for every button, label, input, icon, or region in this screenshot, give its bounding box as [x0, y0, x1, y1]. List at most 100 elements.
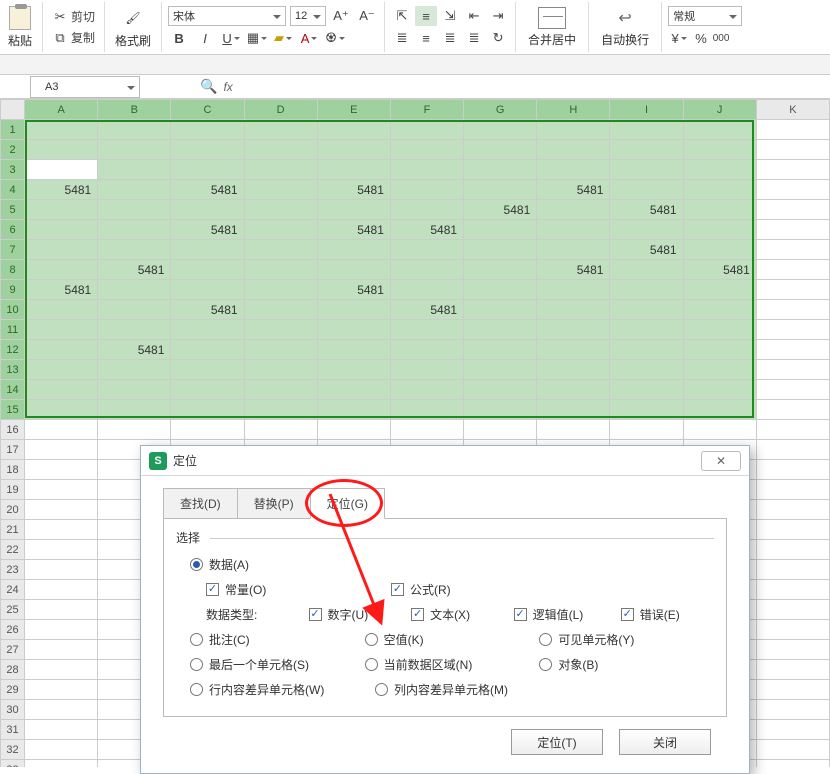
cell-E5[interactable] — [317, 200, 390, 220]
lookup-icon[interactable]: 🔍 — [200, 78, 217, 95]
chk-error[interactable] — [621, 608, 634, 621]
cell-A6[interactable] — [25, 220, 98, 240]
cell-E10[interactable] — [317, 300, 390, 320]
cell-H3[interactable] — [537, 160, 610, 180]
font-size-combo[interactable]: 12 — [290, 6, 326, 26]
cell-A13[interactable] — [25, 360, 98, 380]
cell-J11[interactable] — [683, 320, 756, 340]
cell-A7[interactable] — [25, 240, 98, 260]
cell-H9[interactable] — [537, 280, 610, 300]
col-header-E[interactable]: E — [317, 100, 390, 120]
cell-K23[interactable] — [756, 560, 829, 580]
cell-J1[interactable] — [683, 120, 756, 140]
cell-D13[interactable] — [244, 360, 317, 380]
cell-I15[interactable] — [610, 400, 683, 420]
increase-font-button[interactable]: A⁺ — [330, 6, 352, 26]
cell-B9[interactable] — [98, 280, 171, 300]
cell-F5[interactable] — [390, 200, 463, 220]
cell-H12[interactable] — [537, 340, 610, 360]
cell-F8[interactable] — [390, 260, 463, 280]
cell-G14[interactable] — [464, 380, 537, 400]
close-button[interactable]: 关闭 — [619, 729, 711, 755]
cell-C5[interactable] — [171, 200, 244, 220]
cell-J4[interactable] — [683, 180, 756, 200]
cell-D7[interactable] — [244, 240, 317, 260]
cell-B1[interactable] — [98, 120, 171, 140]
row-header-5[interactable]: 5 — [1, 200, 25, 220]
row-header-19[interactable]: 19 — [1, 480, 25, 500]
cell-H8[interactable]: 5481 — [537, 260, 610, 280]
bold-button[interactable]: B — [168, 28, 190, 48]
cell-H10[interactable] — [537, 300, 610, 320]
cell-C12[interactable] — [171, 340, 244, 360]
row-header-3[interactable]: 3 — [1, 160, 25, 180]
cell-K31[interactable] — [756, 720, 829, 740]
select-all-corner[interactable] — [1, 100, 25, 120]
cell-G4[interactable] — [464, 180, 537, 200]
cell-C9[interactable] — [171, 280, 244, 300]
percent-button[interactable]: % — [692, 28, 710, 48]
cell-K5[interactable] — [756, 200, 829, 220]
row-header-22[interactable]: 22 — [1, 540, 25, 560]
cell-I10[interactable] — [610, 300, 683, 320]
cell-A19[interactable] — [25, 480, 98, 500]
cell-H13[interactable] — [537, 360, 610, 380]
cell-B11[interactable] — [98, 320, 171, 340]
cell-F6[interactable]: 5481 — [390, 220, 463, 240]
cell-C13[interactable] — [171, 360, 244, 380]
cell-B7[interactable] — [98, 240, 171, 260]
cell-H16[interactable] — [537, 420, 610, 440]
row-header-13[interactable]: 13 — [1, 360, 25, 380]
cell-J12[interactable] — [683, 340, 756, 360]
cell-G9[interactable] — [464, 280, 537, 300]
cell-A16[interactable] — [25, 420, 98, 440]
cell-F13[interactable] — [390, 360, 463, 380]
cell-K13[interactable] — [756, 360, 829, 380]
cell-K18[interactable] — [756, 460, 829, 480]
cell-A8[interactable] — [25, 260, 98, 280]
col-header-F[interactable]: F — [390, 100, 463, 120]
name-box[interactable]: A3 — [30, 76, 140, 98]
cell-F9[interactable] — [390, 280, 463, 300]
cell-K22[interactable] — [756, 540, 829, 560]
row-header-9[interactable]: 9 — [1, 280, 25, 300]
cell-G5[interactable]: 5481 — [464, 200, 537, 220]
cell-B2[interactable] — [98, 140, 171, 160]
row-header-27[interactable]: 27 — [1, 640, 25, 660]
font-color-button[interactable]: A — [298, 28, 320, 48]
cell-H2[interactable] — [537, 140, 610, 160]
cell-C3[interactable] — [171, 160, 244, 180]
cell-K21[interactable] — [756, 520, 829, 540]
indent-increase-button[interactable]: ⇥ — [487, 6, 509, 26]
cell-A30[interactable] — [25, 700, 98, 720]
row-header-31[interactable]: 31 — [1, 720, 25, 740]
cell-E4[interactable]: 5481 — [317, 180, 390, 200]
cell-G13[interactable] — [464, 360, 537, 380]
col-header-A[interactable]: A — [25, 100, 98, 120]
col-header-H[interactable]: H — [537, 100, 610, 120]
cell-A21[interactable] — [25, 520, 98, 540]
cell-K1[interactable] — [756, 120, 829, 140]
row-header-16[interactable]: 16 — [1, 420, 25, 440]
cell-B15[interactable] — [98, 400, 171, 420]
cell-D10[interactable] — [244, 300, 317, 320]
cell-A28[interactable] — [25, 660, 98, 680]
merge-center-button[interactable]: 合并居中 — [522, 5, 582, 50]
cell-K7[interactable] — [756, 240, 829, 260]
wrap-text-button[interactable]: ↩ 自动换行 — [595, 5, 655, 50]
cell-A31[interactable] — [25, 720, 98, 740]
cell-K6[interactable] — [756, 220, 829, 240]
cell-F4[interactable] — [390, 180, 463, 200]
dialog-titlebar[interactable]: S 定位 ✕ — [141, 446, 749, 476]
indent-decrease-button[interactable]: ⇤ — [463, 6, 485, 26]
cell-C4[interactable]: 5481 — [171, 180, 244, 200]
cell-K27[interactable] — [756, 640, 829, 660]
align-middle-button[interactable]: ≡ — [415, 6, 437, 26]
cell-D2[interactable] — [244, 140, 317, 160]
cell-G3[interactable] — [464, 160, 537, 180]
cell-K2[interactable] — [756, 140, 829, 160]
cut-button[interactable]: ✂ 剪切 — [49, 7, 98, 26]
cell-I7[interactable]: 5481 — [610, 240, 683, 260]
row-header-4[interactable]: 4 — [1, 180, 25, 200]
cell-I13[interactable] — [610, 360, 683, 380]
